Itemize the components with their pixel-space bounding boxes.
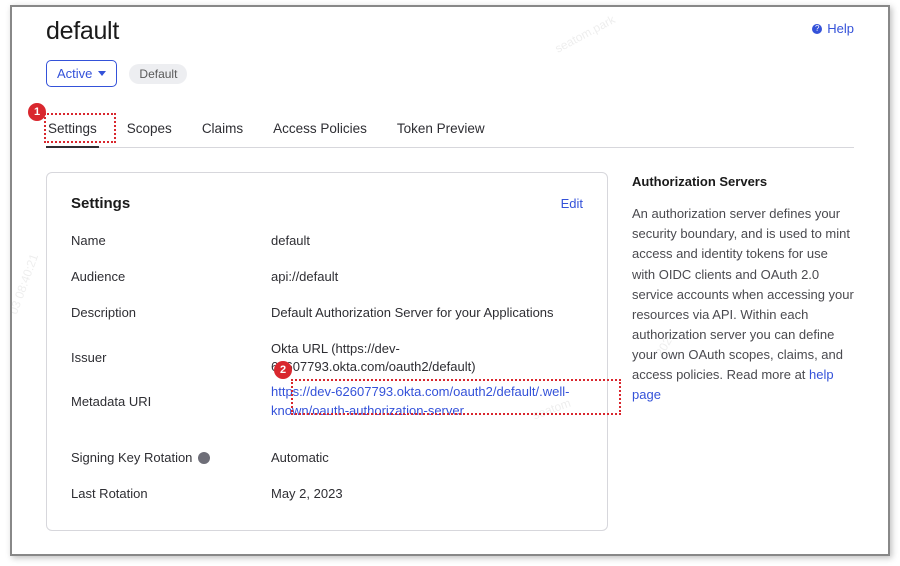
label-issuer: Issuer (71, 340, 271, 378)
help-link[interactable]: ? Help (812, 21, 854, 36)
chevron-down-icon (98, 71, 106, 76)
main-row: Settings Edit Name default Audience api:… (46, 172, 854, 531)
label-name: Name (71, 232, 271, 251)
sidebar: Authorization Servers An authorization s… (632, 172, 854, 531)
value-audience: api://default (271, 268, 583, 287)
label-signing-text: Signing Key Rotation (71, 449, 192, 468)
label-description: Description (71, 304, 271, 323)
label-metadata: Metadata URI (71, 383, 271, 421)
value-name: default (271, 232, 583, 251)
row-description: Description Default Authorization Server… (71, 304, 583, 323)
sidebar-body: An authorization server defines your sec… (632, 204, 854, 405)
status-row: Active Default (46, 60, 854, 87)
sidebar-body-text: An authorization server defines your sec… (632, 206, 854, 382)
row-lastrot: Last Rotation May 2, 2023 (71, 485, 583, 504)
row-metadata: Metadata URI https://dev-62607793.okta.c… (71, 383, 583, 421)
page-title: default (46, 17, 119, 46)
label-signing: Signing Key Rotation (71, 449, 271, 468)
settings-panel: Settings Edit Name default Audience api:… (46, 172, 608, 531)
info-icon[interactable] (198, 452, 210, 464)
tab-token-preview[interactable]: Token Preview (395, 111, 487, 147)
header-row: default ? Help (46, 17, 854, 46)
help-label: Help (827, 21, 854, 36)
row-name: Name default (71, 232, 583, 251)
tab-access-policies[interactable]: Access Policies (271, 111, 369, 147)
callout-badge-1: 1 (28, 103, 46, 121)
edit-link[interactable]: Edit (561, 196, 583, 211)
value-metadata: https://dev-62607793.okta.com/oauth2/def… (271, 383, 583, 421)
value-lastrot: May 2, 2023 (271, 485, 583, 504)
panel-title: Settings (71, 195, 130, 212)
label-audience: Audience (71, 268, 271, 287)
tab-claims[interactable]: Claims (200, 111, 245, 147)
row-issuer: Issuer Okta URL (https://dev-62607793.ok… (71, 340, 583, 378)
value-signing: Automatic (271, 449, 583, 468)
value-issuer: Okta URL (https://dev-62607793.okta.com/… (271, 340, 583, 378)
tab-scopes[interactable]: Scopes (125, 111, 174, 147)
label-lastrot: Last Rotation (71, 485, 271, 504)
sidebar-heading: Authorization Servers (632, 172, 854, 192)
default-badge: Default (129, 64, 187, 84)
value-description: Default Authorization Server for your Ap… (271, 304, 583, 323)
help-icon: ? (812, 24, 822, 34)
status-label: Active (57, 66, 92, 81)
status-dropdown[interactable]: Active (46, 60, 117, 87)
app-frame: default ? Help Active Default Settings S… (10, 5, 890, 556)
row-signing: Signing Key Rotation Automatic (71, 449, 583, 468)
tab-settings[interactable]: Settings (46, 111, 99, 148)
callout-badge-2: 2 (274, 361, 292, 379)
content-area: default ? Help Active Default Settings S… (12, 7, 888, 551)
metadata-link[interactable]: https://dev-62607793.okta.com/oauth2/def… (271, 384, 569, 418)
tabs: Settings Scopes Claims Access Policies T… (46, 111, 854, 148)
panel-header: Settings Edit (71, 195, 583, 212)
row-audience: Audience api://default (71, 268, 583, 287)
